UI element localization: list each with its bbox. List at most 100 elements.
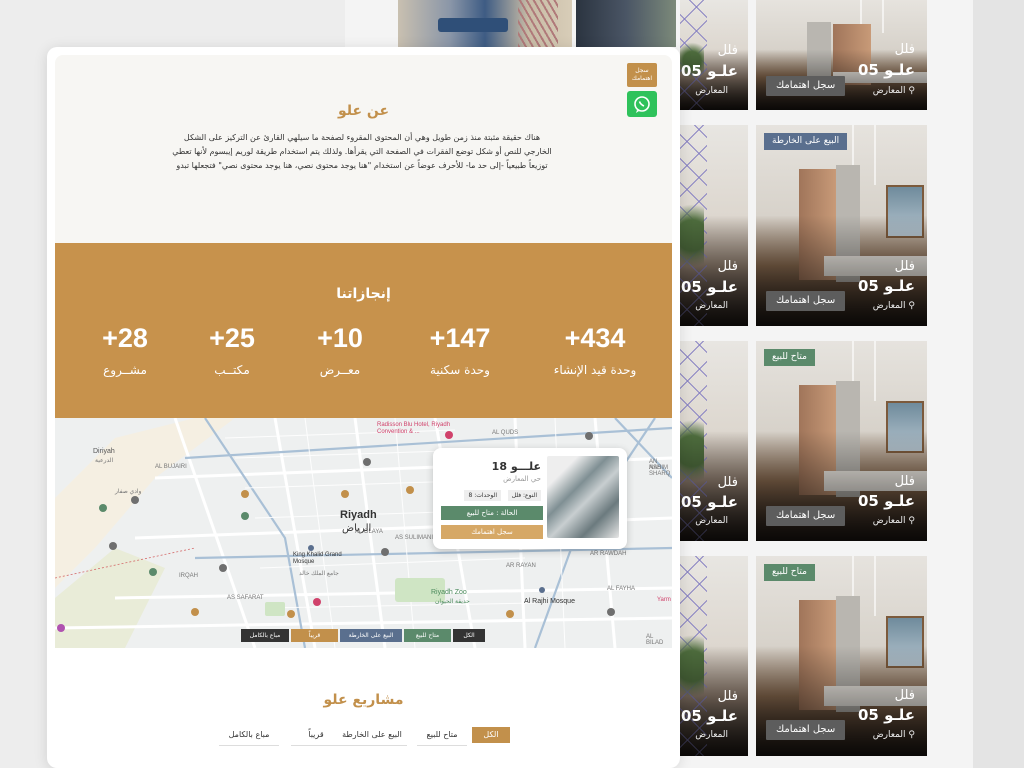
projects-tab-sold-out[interactable]: مباع بالكامل [219, 727, 279, 746]
card-name: علـو 05 [681, 493, 738, 511]
whatsapp-button[interactable] [627, 91, 657, 117]
card-location: المعارض [695, 730, 728, 740]
tab-label: مباع بالكامل [228, 730, 270, 739]
location-pin-icon: ⚲ [908, 730, 915, 740]
register-interest-button[interactable]: سجل اهتمامك [766, 76, 846, 96]
card-location: المعارض ⚲ [872, 301, 915, 311]
stat-value: +147 [429, 323, 491, 353]
map-label-diriyah-ar: الدرعية [95, 458, 114, 464]
map-label-wadi: وادي صفار [115, 489, 142, 495]
map-label-riyadh: Riyadh [340, 509, 377, 521]
partial-card[interactable]: فلل علـو 05 المعارض [680, 0, 748, 110]
map-label-riyadh-zoo: Riyadh Zoo [431, 589, 467, 596]
tab-label: البيع على الخارطة [342, 730, 402, 739]
project-card[interactable]: فلل علـو 05 المعارض ⚲ سجل اهتمامك [756, 0, 927, 110]
map-label-ash-sharq: ASH SHARQ [649, 465, 671, 477]
map-label-irqah: IRQAH [179, 573, 199, 579]
card-name: علـو 05 [681, 62, 738, 80]
popup-register-button[interactable]: سجل اهتمامك [441, 525, 543, 539]
card-type: فلل [717, 259, 738, 274]
card-name: علـو 05 [858, 492, 915, 510]
location-pin-icon: ⚲ [908, 516, 915, 526]
partial-card[interactable]: فلل علـو 05 المعارض [680, 341, 748, 541]
projects-tab-coming-soon[interactable]: قريباً [291, 727, 341, 746]
achievements-section: إنجازاتنا +434 وحدة قيد الإنشاء +147 وحد… [55, 243, 672, 418]
projects-tab-available[interactable]: متاح للبيع [417, 727, 467, 746]
about-title: عن علو [337, 103, 390, 119]
card-type: فلل [717, 689, 738, 704]
card-location: المعارض [695, 301, 728, 311]
tab-label: قريباً [308, 730, 324, 739]
stat-under-construction: +434 وحدة قيد الإنشاء [545, 321, 645, 377]
popup-status: الحالة : متاح للبيع [441, 506, 543, 520]
card-name: علـو 05 [858, 61, 915, 79]
stat-offices: +25 مكتــب [182, 321, 282, 377]
projects-tab-off-plan[interactable]: البيع على الخارطة [337, 727, 407, 746]
map-label-al-bujairi: AL BUJAIRI [155, 464, 187, 470]
register-interest-button[interactable]: سجل اهتمامك [766, 291, 846, 311]
map-tab-sold-out[interactable]: مباع بالكامل [241, 629, 289, 642]
stat-projects: +28 مشــروع [75, 321, 175, 377]
partial-card[interactable]: فلل علـو 05 المعارض [680, 556, 748, 756]
stat-showrooms: +10 معــرض [290, 321, 390, 377]
map-tab-coming-soon[interactable]: قريباً [291, 629, 338, 642]
stat-label: وحدة قيد الإنشاء [553, 363, 637, 377]
register-interest-button[interactable]: سجل اهتمامك [766, 506, 846, 526]
card-location: المعارض [695, 86, 728, 96]
card-type: فلل [717, 43, 738, 58]
card-location: المعارض [695, 516, 728, 526]
projects-tab-all[interactable]: الكل [472, 727, 510, 743]
card-type: فلل [894, 259, 915, 274]
card-name: علـو 05 [681, 278, 738, 296]
projects-title: مشاريع علو [323, 692, 404, 708]
map-tab-all[interactable]: الكل [453, 629, 485, 642]
partial-card[interactable]: فلل علـو 05 المعارض [680, 125, 748, 326]
project-thumbnail [547, 456, 619, 538]
map-label-as-safarat: AS SAFARAT [227, 595, 264, 601]
map-tab-available[interactable]: متاح للبيع [404, 629, 451, 642]
stat-value: +434 [564, 323, 626, 353]
map-label-al-olaya: AL OLAYA [355, 529, 383, 535]
stat-label: معــرض [319, 363, 361, 377]
about-text: هناك حقيقة مثبتة منذ زمن طويل وهي أن الم… [172, 133, 552, 170]
status-badge: متاح للبيع [764, 349, 815, 366]
map-label-al-fayha: AL FAYHA [607, 586, 636, 592]
whatsapp-icon [634, 96, 650, 113]
status-badge: البيع على الخارطة [764, 133, 848, 150]
card-type: فلل [894, 474, 915, 489]
card-location: المعارض ⚲ [872, 730, 915, 740]
map-label-mosque-ar: جامع الملك خالد [299, 571, 339, 577]
stat-value: +10 [317, 323, 363, 353]
stat-residential-units: +147 وحدة سكنية [410, 321, 510, 377]
card-type: فلل [717, 475, 738, 490]
main-panel: عن علو هناك حقيقة مثبتة منذ زمن طويل وهي… [47, 47, 680, 768]
card-location: المعارض ⚲ [872, 86, 915, 96]
status-badge: متاح للبيع [764, 564, 815, 581]
map-label-radisson: Radisson Blu Hotel, Riyadh Convention & … [377, 422, 451, 435]
card-name: علـو 05 [858, 277, 915, 295]
map-label-zoo-ar: حديقة الحيوان [435, 599, 470, 605]
card-type: فلل [894, 42, 915, 57]
register-interest-side-button[interactable]: سجل اهتمامك [627, 63, 657, 87]
project-card[interactable]: البيع على الخارطة فلل علـو 05 المعارض ⚲ … [756, 125, 927, 326]
map-project-popup[interactable]: علـــو 18 حي المعارض النوع: فلل الوحدات:… [433, 448, 627, 549]
map-label-yarmouk: Yarm [657, 597, 671, 603]
project-card[interactable]: متاح للبيع فلل علـو 05 المعارض ⚲ سجل اهت… [756, 556, 927, 756]
popup-type-chip: النوع: فلل [507, 490, 541, 501]
card-type: فلل [894, 688, 915, 703]
stat-value: +28 [102, 323, 148, 353]
top-photo-shelf [576, 0, 676, 47]
tab-label: متاح للبيع [426, 730, 458, 739]
popup-location: حي المعارض [503, 475, 541, 483]
map-label-king-khalid-mosque: King Khalid Grand Mosque [293, 552, 342, 565]
projects-map[interactable]: Diriyah الدرعية AL BUJAIRI وادي صفار IRQ… [55, 418, 672, 648]
stat-label: مكتــب [214, 363, 250, 377]
stat-label: وحدة سكنية [430, 363, 490, 377]
project-card[interactable]: متاح للبيع فلل علـو 05 المعارض ⚲ سجل اهت… [756, 341, 927, 541]
map-label-ar-rawdah: AR RAWDAH [590, 551, 627, 557]
map-tab-off-plan[interactable]: البيع على الخارطة [340, 629, 402, 642]
card-name: علـو 05 [858, 706, 915, 724]
register-interest-button[interactable]: سجل اهتمامك [766, 720, 846, 740]
location-pin-icon: ⚲ [908, 301, 915, 311]
popup-units-chip: الوحدات: 8 [464, 490, 501, 501]
